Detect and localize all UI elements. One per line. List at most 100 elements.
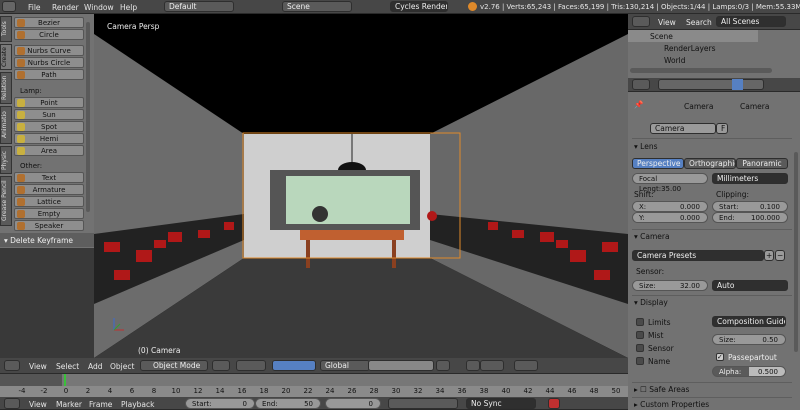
camera-presets-select[interactable]: Camera Presets <box>632 250 764 261</box>
tab-relation[interactable]: Relation <box>0 72 12 104</box>
tab-physics[interactable]: Physic <box>0 146 12 174</box>
outliner-filter-select[interactable]: All Scenes <box>716 16 786 27</box>
add-spot-lamp-button[interactable]: Spot <box>14 121 84 132</box>
menu-frame[interactable]: Frame <box>89 400 112 409</box>
sensor-fit-select[interactable]: Auto <box>712 280 788 291</box>
outliner-scrollbar[interactable] <box>630 68 772 73</box>
menu-view[interactable]: View <box>29 400 47 409</box>
add-lattice-button[interactable]: Lattice <box>14 196 84 207</box>
camera-datablock-field[interactable]: Camera <box>650 123 716 134</box>
menu-view[interactable]: View <box>658 18 676 27</box>
screen-layout-select[interactable]: Default <box>164 1 234 12</box>
pin-icon[interactable]: 📌 <box>634 100 643 109</box>
menu-window[interactable]: Window <box>84 3 114 12</box>
menu-search[interactable]: Search <box>686 18 712 27</box>
tab-animation[interactable]: Animatio <box>0 106 12 144</box>
menu-marker[interactable]: Marker <box>56 400 82 409</box>
tab-tools[interactable]: Tools <box>0 16 12 42</box>
menu-add[interactable]: Add <box>88 362 103 371</box>
sync-select[interactable]: No Sync <box>466 398 536 409</box>
limits-checkbox[interactable] <box>636 318 644 326</box>
camera-data-tab[interactable] <box>732 79 743 90</box>
safe-areas-panel[interactable]: ▸ ☐ Safe Areas <box>634 385 689 394</box>
current-frame-marker[interactable] <box>64 374 66 386</box>
add-path-button[interactable]: Path <box>14 69 84 80</box>
focal-length-field[interactable]: Focal Lengt:35.00 <box>632 173 708 193</box>
editor-type-button[interactable] <box>4 360 20 371</box>
add-sun-lamp-button[interactable]: Sun <box>14 109 84 120</box>
layers-grid[interactable] <box>368 360 434 371</box>
editor-type-button[interactable] <box>4 398 20 409</box>
passepartout-alpha-field[interactable]: Alpha: 0.500 <box>712 366 786 377</box>
scene-select[interactable]: Scene <box>282 1 352 12</box>
clip-end-field[interactable]: End: 100.000 <box>712 212 788 223</box>
mode-select[interactable]: Object Mode <box>140 360 208 371</box>
playback-controls[interactable] <box>388 398 458 409</box>
context-tabs[interactable] <box>658 79 764 90</box>
editor-type-button[interactable] <box>632 79 650 90</box>
add-speaker-button[interactable]: Speaker <box>14 220 84 231</box>
lens-orthographic-button[interactable]: Orthographic <box>684 158 736 169</box>
outliner-item-world[interactable]: World <box>664 56 686 65</box>
mist-checkbox[interactable] <box>636 331 644 339</box>
add-preset-button[interactable]: + <box>764 250 774 261</box>
add-nurbs-curve-button[interactable]: Nurbs Curve <box>14 45 84 56</box>
display-size-field[interactable]: Size: 0.50 <box>712 334 786 345</box>
properties-scrollbar[interactable] <box>794 152 798 352</box>
end-frame-field[interactable]: End: 50 <box>255 398 321 409</box>
shading-select[interactable] <box>212 360 230 371</box>
clip-start-field[interactable]: Start: 0.100 <box>712 201 788 212</box>
3d-viewport[interactable]: Camera Persp (0) Camera <box>94 14 628 358</box>
menu-playback[interactable]: Playback <box>121 400 154 409</box>
add-empty-button[interactable]: Empty <box>14 208 84 219</box>
manipulator-toggle[interactable] <box>272 360 316 371</box>
fake-user-button[interactable]: F <box>716 123 728 134</box>
shift-x-field[interactable]: X: 0.000 <box>632 201 708 212</box>
timeline[interactable]: -4 -2 0 2 4 6 8 10 12 14 16 18 20 22 24 26 28 30 32 34 36 38 4… <box>0 374 628 397</box>
lens-panoramic-button[interactable]: Panoramic <box>736 158 788 169</box>
start-frame-field[interactable]: Start: 0 <box>185 398 255 409</box>
add-hemi-lamp-button[interactable]: Hemi <box>14 133 84 144</box>
lens-perspective-button[interactable]: Perspective <box>632 158 684 169</box>
camera-panel-title[interactable]: ▾ Camera <box>634 232 670 241</box>
render-engine-select[interactable]: Cycles Render <box>390 1 448 12</box>
tool-shelf-scrollbar[interactable] <box>86 22 90 212</box>
orientation-select[interactable]: Global <box>320 360 370 371</box>
menu-help[interactable]: Help <box>120 3 137 12</box>
operator-panel[interactable]: ▾ Delete Keyframe <box>0 233 94 247</box>
lens-panel-title[interactable]: ▾ Lens <box>634 142 657 151</box>
outliner-item-scene[interactable]: Scene <box>628 30 758 42</box>
add-area-lamp-button[interactable]: Area <box>14 145 84 156</box>
auto-keying-button[interactable] <box>548 398 560 409</box>
current-frame-field[interactable]: 0 <box>325 398 381 409</box>
sensor-size-field[interactable]: Size: 32.00 <box>632 280 708 291</box>
add-bezier-button[interactable]: Bezier <box>14 17 84 28</box>
tab-create[interactable]: Create <box>0 44 12 70</box>
menu-select[interactable]: Select <box>56 362 79 371</box>
custom-properties-panel[interactable]: ▸ Custom Properties <box>634 400 709 409</box>
shift-y-field[interactable]: Y: 0.000 <box>632 212 708 223</box>
display-panel-title[interactable]: ▾ Display <box>634 298 668 307</box>
sensor-checkbox[interactable] <box>636 344 644 352</box>
menu-object[interactable]: Object <box>110 362 134 371</box>
menu-view[interactable]: View <box>29 362 47 371</box>
snap-element-select[interactable] <box>480 360 504 371</box>
outliner-item-renderlayers[interactable]: RenderLayers <box>664 44 716 53</box>
passepartout-checkbox[interactable]: ✓ <box>716 353 724 361</box>
editor-type-button[interactable] <box>2 1 16 12</box>
remove-preset-button[interactable]: − <box>775 250 785 261</box>
composition-guides-select[interactable]: Composition Guides <box>712 316 786 327</box>
pivot-select[interactable] <box>236 360 266 371</box>
add-text-button[interactable]: Text <box>14 172 84 183</box>
add-point-lamp-button[interactable]: Point <box>14 97 84 108</box>
add-nurbs-circle-button[interactable]: Nurbs Circle <box>14 57 84 68</box>
menu-file[interactable]: File <box>28 3 41 12</box>
editor-type-button[interactable] <box>632 16 650 27</box>
proportional-edit-button[interactable] <box>436 360 450 371</box>
lens-unit-select[interactable]: Millimeters <box>712 173 788 184</box>
menu-render[interactable]: Render <box>52 3 79 12</box>
name-checkbox[interactable] <box>636 357 644 365</box>
tab-grease-pencil[interactable]: Grease Pencil <box>0 176 12 226</box>
add-armature-button[interactable]: Armature <box>14 184 84 195</box>
render-opengl-button[interactable] <box>514 360 538 371</box>
